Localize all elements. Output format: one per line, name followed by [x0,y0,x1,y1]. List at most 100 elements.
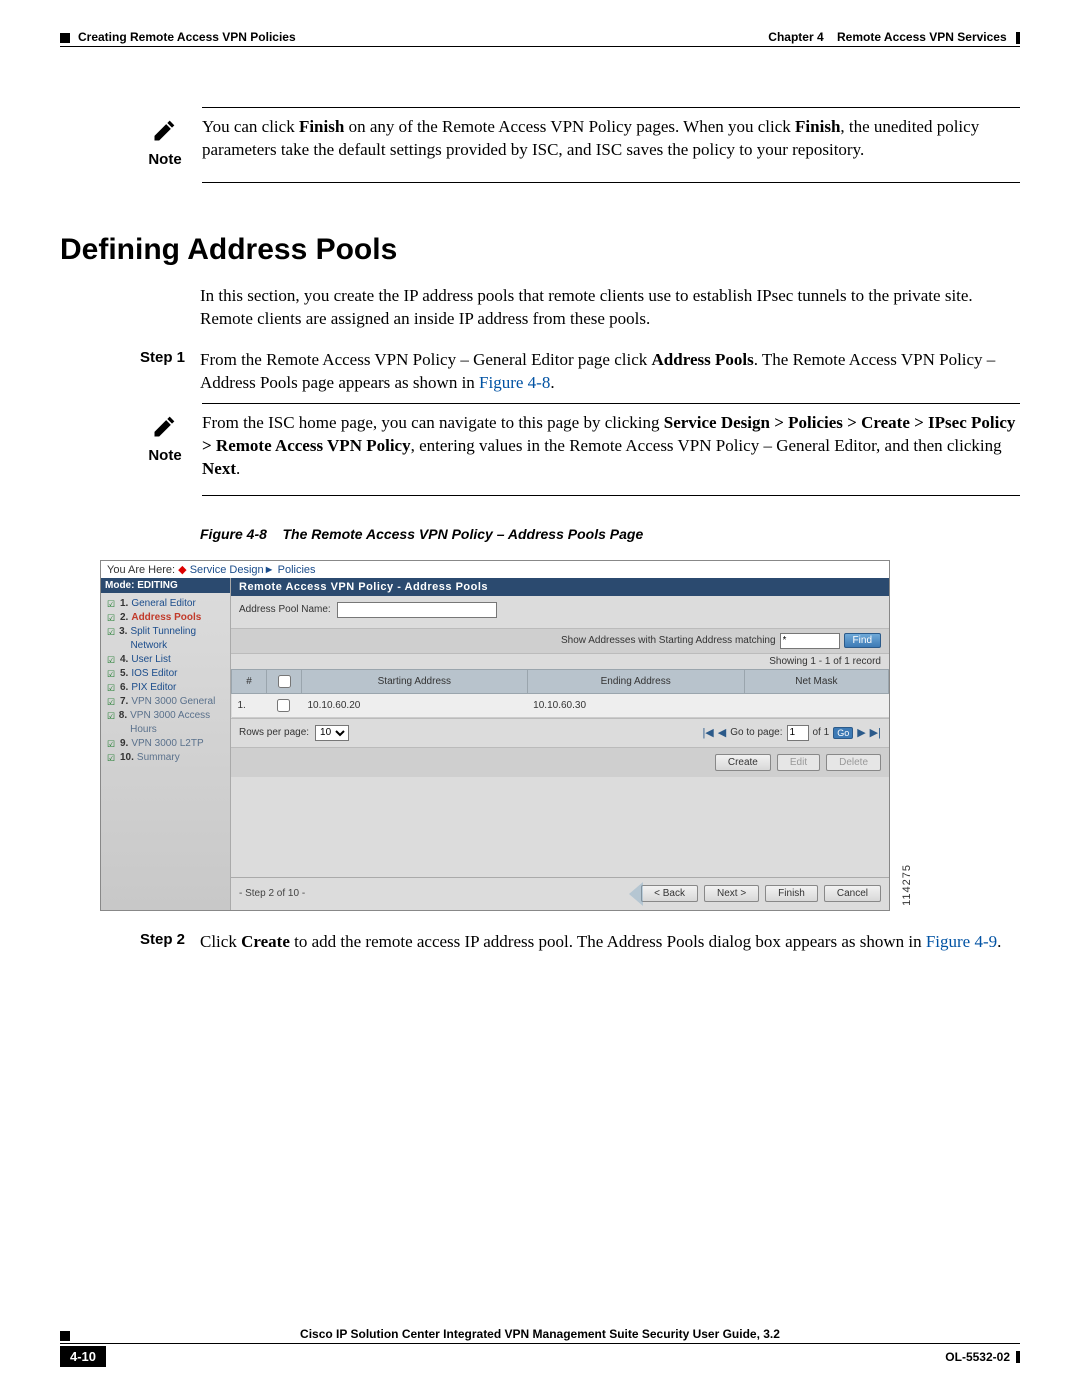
find-button[interactable]: Find [844,633,881,648]
step-2: Step 2 Click Create to add the remote ac… [140,931,1020,954]
col-start[interactable]: Starting Address [302,669,528,693]
check-icon: ☑ [107,653,117,667]
filter-label: Show Addresses with Starting Address mat… [561,635,776,646]
figure-link[interactable]: Figure 4-8 [479,373,550,392]
create-button[interactable]: Create [715,754,771,771]
finish-button[interactable]: Finish [765,885,818,902]
note-block-2: Note From the ISC home page, you can nav… [140,403,1020,496]
sidebar-item[interactable]: ☑1.General Editor [107,597,226,611]
check-icon: ☑ [107,667,117,681]
cell-mask [744,693,888,717]
page-footer: Cisco IP Solution Center Integrated VPN … [60,1327,1020,1367]
breadcrumb-link[interactable]: Policies [278,564,316,576]
col-index: # [232,669,267,693]
prev-page-icon[interactable]: ◀ [718,726,726,739]
check-icon: ☑ [107,611,117,625]
figure-link[interactable]: Figure 4-9 [926,932,997,951]
step-text: Click Create to add the remote access IP… [200,931,1020,954]
check-icon: ☑ [107,597,117,611]
records-count: Showing 1 - 1 of 1 record [231,654,889,669]
sidebar-item-label: Address Pools [131,611,201,625]
sidebar-item: ☑8.VPN 3000 Access Hours [107,709,226,737]
step-label: Step 2 [140,931,200,954]
first-page-icon[interactable]: |◀ [702,726,713,739]
figure-ref-number: 114275 [901,864,913,906]
goto-page-input[interactable] [787,725,809,741]
step-label: Step 1 [140,349,200,395]
sidebar-item[interactable]: ☑3.Split Tunneling Network [107,625,226,653]
sidebar-item-label: General Editor [131,597,195,611]
wizard-step-indicator: - Step 2 of 10 - [239,888,305,899]
sidebar-item-label: VPN 3000 Access Hours [130,709,226,737]
sidebar-item: ☑7.VPN 3000 General [107,695,226,709]
pool-name-input[interactable] [337,602,497,618]
row-checkbox[interactable] [277,699,290,712]
note-label: Note [148,151,181,168]
pencil-icon [151,116,179,147]
note-label: Note [148,447,181,464]
screenshot-figure: You Are Here: ◆ Service Design► Policies… [100,560,890,911]
step-text: From the Remote Access VPN Policy – Gene… [200,349,1020,395]
check-icon: ☑ [107,751,117,765]
note-text: You can click Finish on any of the Remot… [202,116,1020,162]
mode-bar: Mode: EDITING [101,578,230,593]
cancel-button[interactable]: Cancel [824,885,881,902]
panel-title: Remote Access VPN Policy - Address Pools [231,578,889,596]
table-row: 1. 10.10.60.20 10.10.60.30 [232,693,889,717]
cell-end: 10.10.60.30 [527,693,744,717]
goto-label: Go to page: [730,727,782,738]
sidebar-item: ☑9.VPN 3000 L2TP [107,737,226,751]
footer-doc-title: Cisco IP Solution Center Integrated VPN … [60,1327,1020,1344]
figure-caption: Figure 4-8 The Remote Access VPN Policy … [200,526,1020,542]
goto-of: of 1 [813,727,830,738]
go-button[interactable]: Go [833,727,853,739]
address-pool-table: # Starting Address Ending Address Net Ma… [231,669,889,718]
header-left: Creating Remote Access VPN Policies [60,30,296,44]
back-button[interactable]: < Back [641,885,698,902]
col-end[interactable]: Ending Address [527,669,744,693]
select-all-checkbox[interactable] [278,675,291,688]
step-1: Step 1 From the Remote Access VPN Policy… [140,349,1020,395]
sidebar-item: ☑10.Summary [107,751,226,765]
sidebar-item-label: User List [131,653,170,667]
sidebar-item[interactable]: ☑4.User List [107,653,226,667]
sidebar-item-label: PIX Editor [131,681,176,695]
sidebar-item-label: Summary [137,751,180,765]
sidebar-item-label: VPN 3000 L2TP [131,737,203,751]
check-icon: ☑ [107,737,117,751]
next-button[interactable]: Next > [704,885,759,902]
last-page-icon[interactable]: ▶| [870,726,881,739]
note-text: From the ISC home page, you can navigate… [202,412,1020,481]
breadcrumb: You Are Here: ◆ Service Design► Policies [101,561,889,578]
rows-per-page-select[interactable]: 10 [315,725,349,741]
pool-name-label: Address Pool Name: [239,604,331,615]
check-icon: ☑ [107,695,117,709]
cell-start: 10.10.60.20 [302,693,528,717]
next-page-icon[interactable]: ▶ [857,726,865,739]
pencil-icon [151,412,179,443]
wizard-sidebar: Mode: EDITING ☑1.General Editor☑2.Addres… [101,578,231,910]
header-rule [60,46,1020,47]
check-icon: ☑ [107,625,116,653]
section-heading: Defining Address Pools [60,233,1020,267]
sidebar-item-label: IOS Editor [131,667,177,681]
doc-number: OL-5532-02 [945,1350,1020,1364]
note-block-1: Note You can click Finish on any of the … [140,107,1020,183]
intro-text: In this section, you create the IP addre… [200,285,1020,331]
breadcrumb-link[interactable]: Service Design [190,564,264,576]
sidebar-item-label: Split Tunneling Network [130,625,226,653]
rows-per-page-label: Rows per page: [239,727,309,738]
delete-button[interactable]: Delete [826,754,881,771]
check-icon: ☑ [107,681,117,695]
sidebar-item[interactable]: ☑6.PIX Editor [107,681,226,695]
filter-input[interactable] [780,633,840,649]
running-header: Creating Remote Access VPN Policies Chap… [60,30,1020,44]
sidebar-item[interactable]: ☑2.Address Pools [107,611,226,625]
sidebar-item[interactable]: ☑5.IOS Editor [107,667,226,681]
header-right: Chapter 4 Remote Access VPN Services [768,30,1020,44]
col-mask[interactable]: Net Mask [744,669,888,693]
check-icon: ☑ [107,709,116,737]
sidebar-item-label: VPN 3000 General [131,695,215,709]
page-number: 4-10 [60,1346,106,1367]
edit-button[interactable]: Edit [777,754,820,771]
